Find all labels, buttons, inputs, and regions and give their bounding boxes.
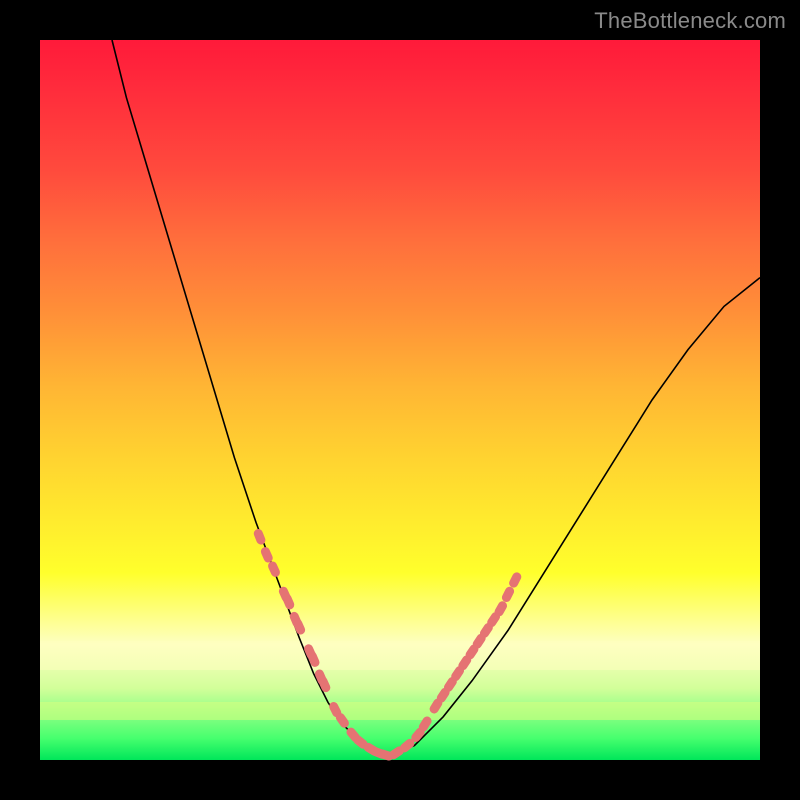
marker: [500, 585, 515, 603]
watermark-text: TheBottleneck.com: [594, 8, 786, 34]
markers-right-group: [387, 571, 523, 761]
bottleneck-curve: [112, 40, 760, 756]
curve-layer: [40, 40, 760, 760]
marker: [508, 571, 523, 589]
chart-frame: TheBottleneck.com: [0, 0, 800, 800]
markers-left-group: [252, 528, 394, 762]
marker: [267, 560, 282, 578]
marker: [259, 546, 274, 564]
